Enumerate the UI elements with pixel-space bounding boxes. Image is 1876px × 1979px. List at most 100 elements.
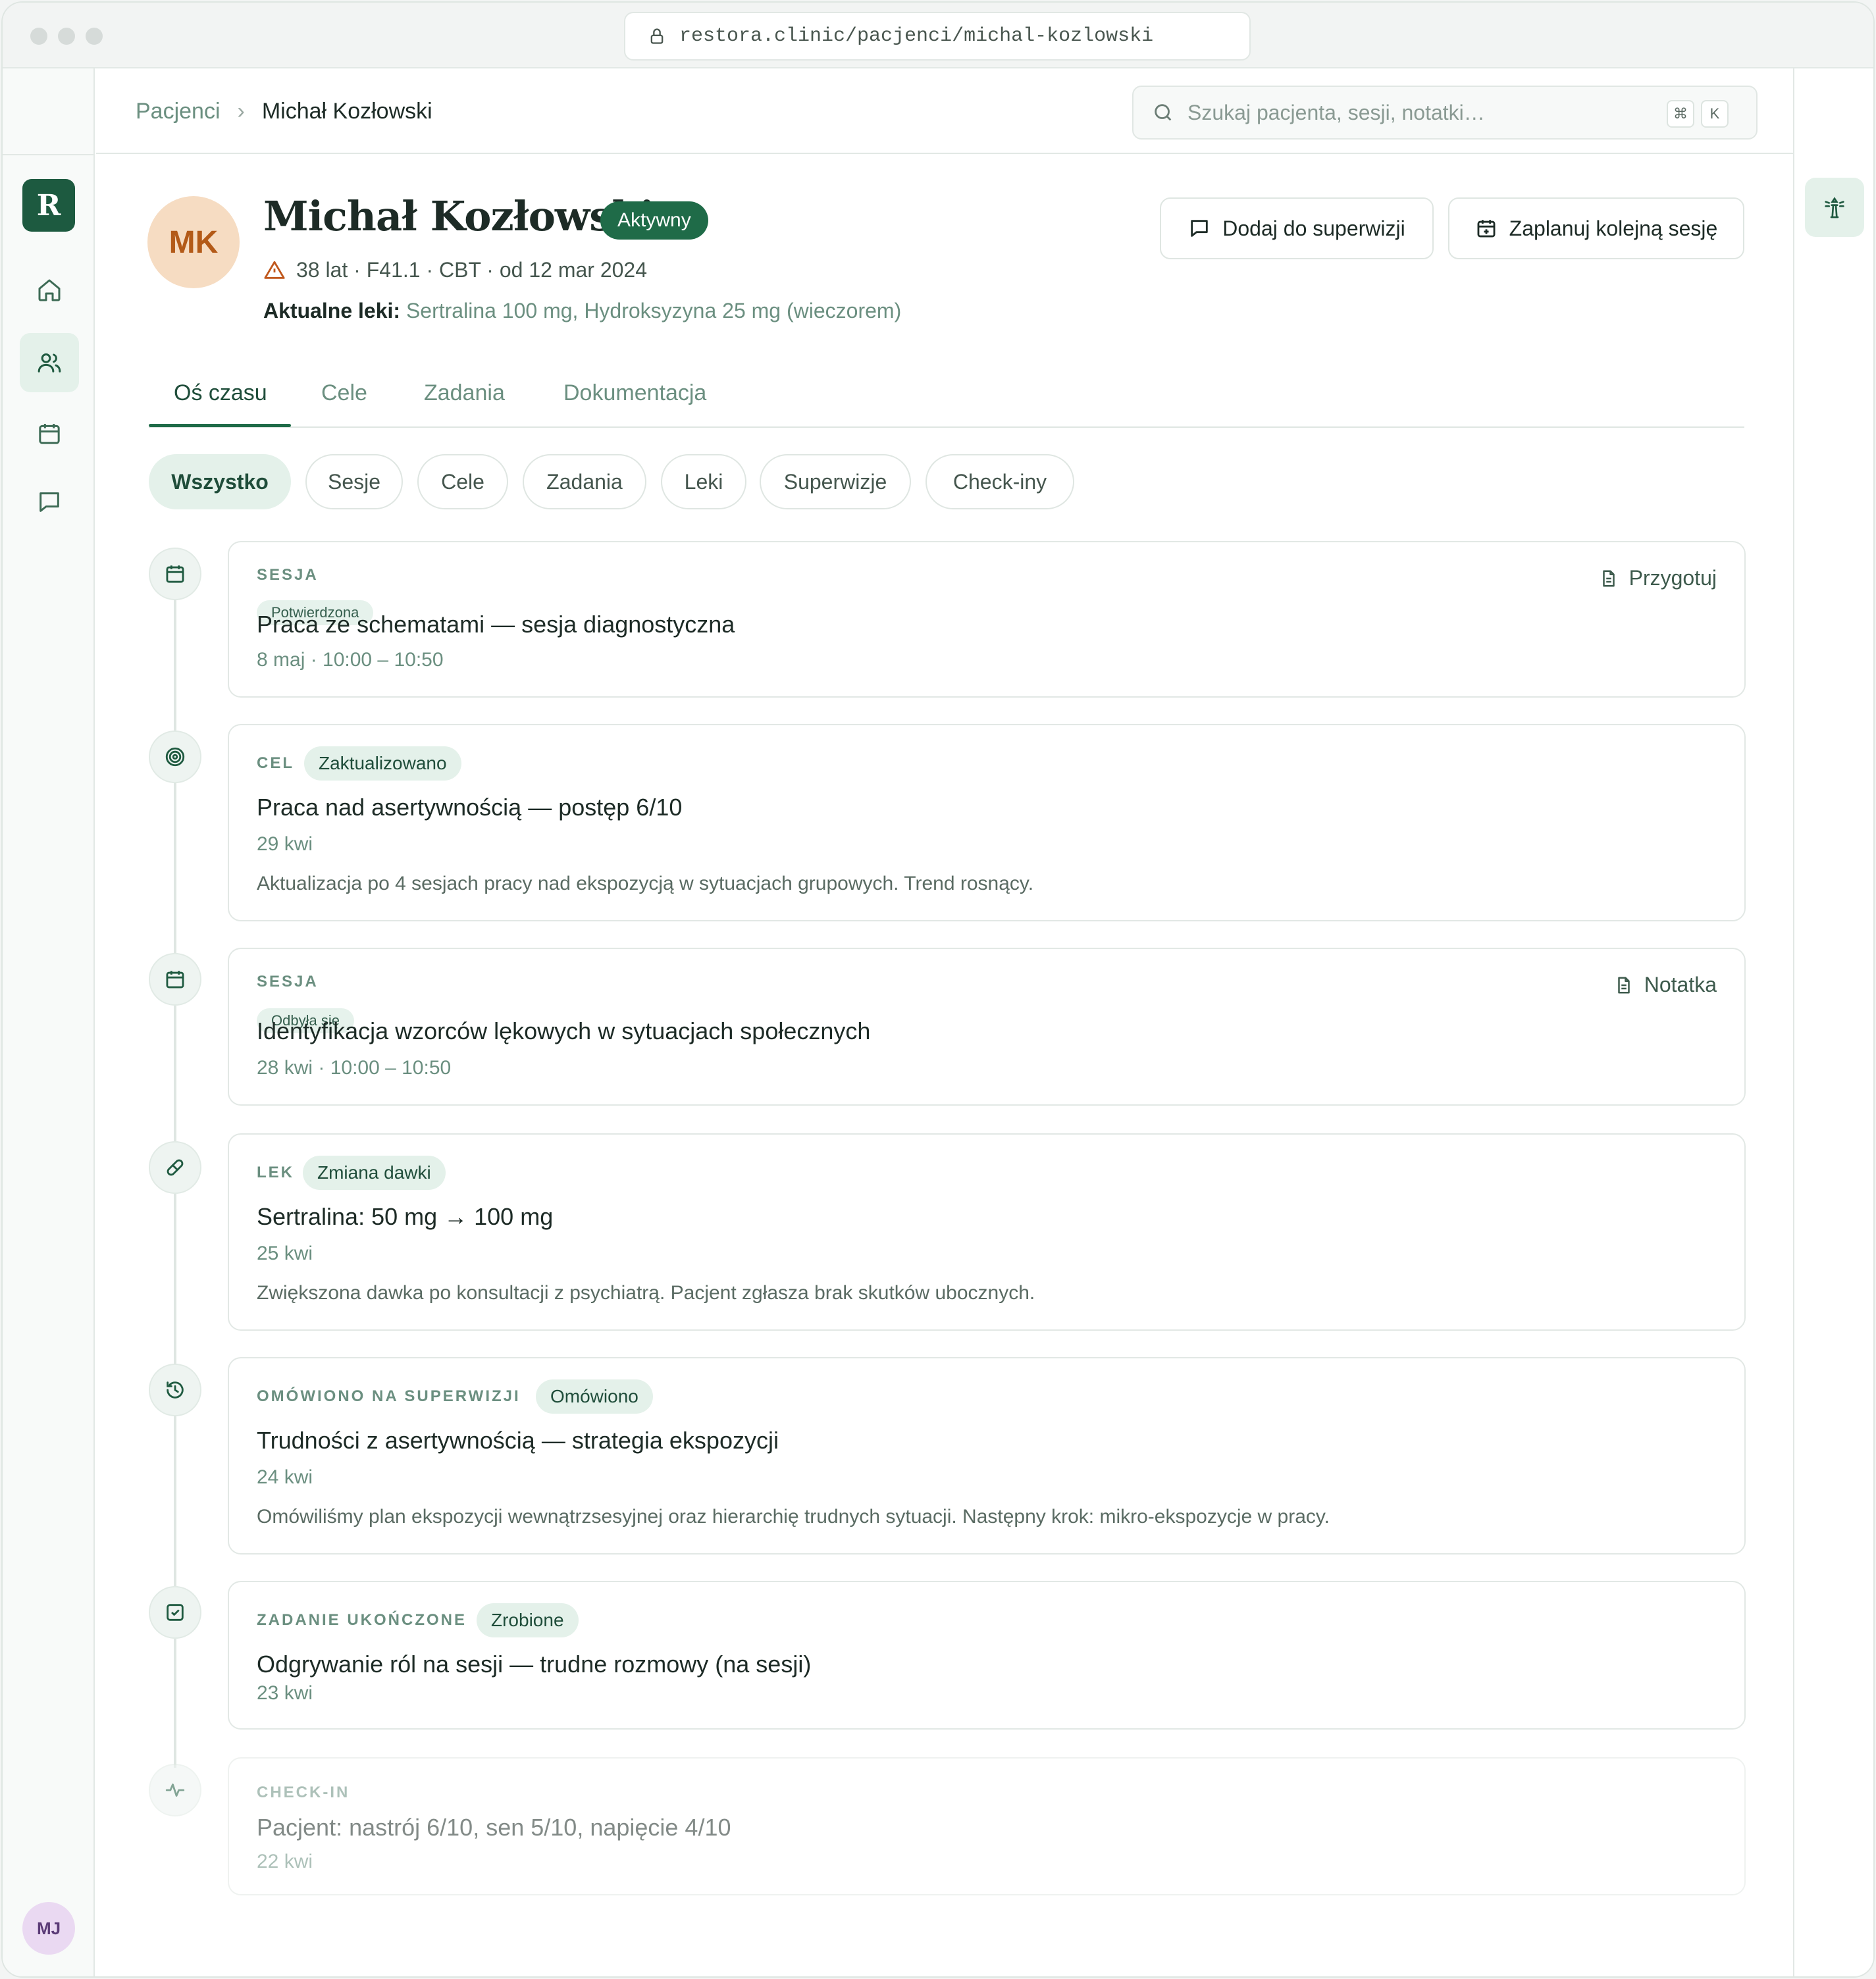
tab-timeline[interactable]: Oś czasu bbox=[174, 380, 267, 406]
add-to-supervision-button[interactable]: Dodaj do superwizji bbox=[1160, 197, 1434, 259]
timeline-card[interactable]: OMÓWIONO NA SUPERWIZJI Omówiono Trudnośc… bbox=[228, 1357, 1746, 1555]
card-kind: LEK bbox=[257, 1164, 294, 1181]
timeline-card[interactable]: LEK Zmiana dawki Sertralina: 50 mg → 100… bbox=[228, 1133, 1746, 1331]
card-kind: CHECK-IN bbox=[257, 1784, 350, 1801]
patient-avatar: MK bbox=[147, 196, 240, 288]
activity-icon bbox=[165, 1784, 185, 1797]
search-input[interactable]: Szukaj pacjenta, sesji, notatki… ⌘ K bbox=[1132, 86, 1758, 140]
window-close-dot[interactable] bbox=[30, 28, 47, 45]
shortcut-key-cmd: ⌘ bbox=[1667, 100, 1694, 128]
card-kind: SESJA bbox=[257, 566, 319, 584]
sidebar-item-calendar[interactable] bbox=[20, 404, 79, 463]
filter-sessions[interactable]: Sesje bbox=[305, 454, 403, 509]
assistant-button[interactable] bbox=[1805, 178, 1864, 237]
card-kind: CEL bbox=[257, 754, 294, 772]
card-title: Trudności z asertywnością — strategia ek… bbox=[257, 1427, 779, 1454]
card-date: 8 maj · 10:00 – 10:50 bbox=[257, 649, 444, 671]
timeline-node bbox=[149, 1764, 201, 1816]
filter-tasks[interactable]: Zadania bbox=[523, 454, 646, 509]
timeline-connector bbox=[174, 1006, 176, 1141]
tab-documentation[interactable]: Dokumentacja bbox=[563, 380, 706, 406]
breadcrumb-separator: › bbox=[237, 99, 245, 124]
user-avatar[interactable]: MJ bbox=[22, 1902, 75, 1955]
card-date: 29 kwi bbox=[257, 833, 313, 855]
filter-all[interactable]: Wszystko bbox=[149, 454, 291, 509]
card-date: 24 kwi bbox=[257, 1466, 313, 1488]
patient-meta-text: 38 lat · F41.1 · CBT · od 12 mar 2024 bbox=[296, 258, 647, 282]
window-minimize-dot[interactable] bbox=[58, 28, 75, 45]
prepare-action[interactable]: Przygotuj bbox=[1599, 566, 1717, 590]
card-date: 22 kwi bbox=[257, 1851, 313, 1872]
sidebar-divider bbox=[3, 154, 95, 155]
timeline-card[interactable]: CHECK-IN Pacjent: nastrój 6/10, sen 5/10… bbox=[228, 1757, 1746, 1895]
timeline-node bbox=[149, 953, 201, 1006]
timeline-connector bbox=[174, 599, 176, 731]
card-title: Praca nad asertywnością — postęp 6/10 bbox=[257, 794, 683, 821]
sidebar: R MJ bbox=[3, 68, 95, 1976]
timeline-node bbox=[149, 548, 201, 600]
browser-chrome: restora.clinic/pacjenci/michal-kozlowski bbox=[3, 3, 1873, 68]
right-rail bbox=[1793, 68, 1873, 1976]
address-bar[interactable]: restora.clinic/pacjenci/michal-kozlowski bbox=[624, 12, 1251, 61]
medications-label: Aktualne leki: bbox=[263, 299, 401, 322]
tab-tasks[interactable]: Zadania bbox=[424, 380, 505, 406]
calendar-icon bbox=[39, 424, 60, 444]
timeline-node bbox=[149, 1586, 201, 1639]
lock-icon bbox=[650, 28, 664, 44]
sidebar-item-messages[interactable] bbox=[20, 473, 79, 532]
schedule-session-button[interactable]: Zaplanuj kolejną sesję bbox=[1448, 197, 1744, 259]
tab-goals[interactable]: Cele bbox=[321, 380, 367, 406]
card-description: Omówiliśmy plan ekspozycji wewnątrzsesyj… bbox=[257, 1506, 1330, 1528]
breadcrumb-patients-link[interactable]: Pacjenci bbox=[136, 99, 221, 124]
shortcut-key-k: K bbox=[1701, 100, 1729, 128]
browser-window: restora.clinic/pacjenci/michal-kozlowski… bbox=[1, 1, 1875, 1978]
timeline-node bbox=[149, 1141, 201, 1194]
pill-icon bbox=[167, 1159, 184, 1176]
card-kind: ZADANIE UKOŃCZONE bbox=[257, 1611, 467, 1629]
timeline-connector bbox=[174, 1194, 176, 1364]
timeline-connector bbox=[174, 1639, 176, 1768]
filter-checkins[interactable]: Check-iny bbox=[925, 454, 1074, 509]
card-date: 23 kwi bbox=[257, 1682, 313, 1704]
status-badge: Aktywny bbox=[600, 201, 708, 240]
add-to-supervision-label: Dodaj do superwizji bbox=[1222, 216, 1405, 240]
filter-meds[interactable]: Leki bbox=[661, 454, 746, 509]
sidebar-item-patients[interactable] bbox=[20, 333, 79, 392]
timeline-card[interactable]: SESJA Potwierdzona Praca ze schematami —… bbox=[228, 541, 1746, 698]
sidebar-item-home[interactable] bbox=[20, 261, 79, 320]
timeline-card[interactable]: SESJA Odbyła się Identyfikacja wzorców l… bbox=[228, 948, 1746, 1106]
users-icon bbox=[38, 353, 61, 373]
note-action[interactable]: Notatka bbox=[1614, 973, 1717, 997]
card-tag: Omówiono bbox=[536, 1379, 653, 1414]
url-text: restora.clinic/pacjenci/michal-kozlowski bbox=[679, 25, 1154, 47]
active-tab-indicator bbox=[149, 424, 291, 427]
timeline-node bbox=[149, 731, 201, 783]
message-icon bbox=[39, 492, 59, 512]
patient-meta: 38 lat · F41.1 · CBT · od 12 mar 2024 bbox=[263, 258, 647, 282]
note-action-label: Notatka bbox=[1644, 973, 1717, 996]
schedule-session-label: Zaplanuj kolejną sesję bbox=[1509, 216, 1718, 240]
warning-icon bbox=[264, 261, 285, 279]
prepare-action-label: Przygotuj bbox=[1628, 566, 1717, 590]
card-title: Identyfikacja wzorców lękowych w sytuacj… bbox=[257, 1017, 871, 1044]
document-icon bbox=[1617, 977, 1630, 993]
calendar-icon bbox=[166, 565, 184, 583]
card-title: Praca ze schematami — sesja diagnostyczn… bbox=[257, 611, 735, 638]
lighthouse-icon bbox=[1825, 197, 1844, 218]
home-icon bbox=[38, 279, 61, 301]
timeline-connector bbox=[174, 783, 176, 953]
timeline-card[interactable]: CEL Zaktualizowano Praca nad asertywnośc… bbox=[228, 724, 1746, 921]
timeline-card[interactable]: ZADANIE UKOŃCZONE Zrobione Odgrywanie ró… bbox=[228, 1581, 1746, 1730]
window-zoom-dot[interactable] bbox=[86, 28, 103, 45]
filter-goals[interactable]: Cele bbox=[417, 454, 508, 509]
filter-supervisions[interactable]: Superwizje bbox=[760, 454, 911, 509]
card-title: Pacjent: nastrój 6/10, sen 5/10, napięci… bbox=[257, 1814, 731, 1841]
search-placeholder: Szukaj pacjenta, sesji, notatki… bbox=[1187, 100, 1485, 124]
target-icon bbox=[165, 747, 185, 767]
app-logo[interactable]: R bbox=[22, 179, 75, 232]
history-icon bbox=[167, 1381, 184, 1399]
current-medications: Aktualne leki: Sertralina 100 mg, Hydrok… bbox=[263, 299, 901, 323]
document-icon bbox=[1602, 570, 1615, 586]
calendar-plus-icon bbox=[1477, 220, 1496, 238]
calendar-icon bbox=[166, 971, 184, 989]
